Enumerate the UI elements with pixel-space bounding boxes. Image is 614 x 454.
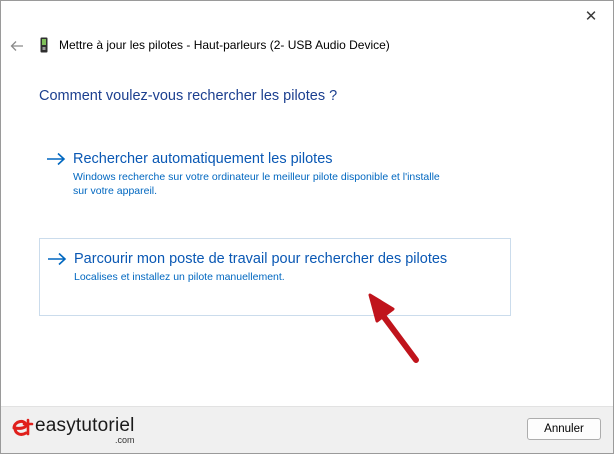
close-icon: ✕ (584, 7, 598, 25)
option-title: Rechercher automatiquement les pilotes (73, 151, 333, 167)
dialog-footer: easytutoriel .com Annuler (1, 406, 613, 453)
page-heading: Comment voulez-vous rechercher les pilot… (39, 88, 338, 104)
close-button[interactable]: ✕ (579, 5, 603, 27)
right-arrow-icon (48, 252, 67, 266)
driver-update-dialog: ✕ Mettre à jour les pilotes - Haut-parle… (0, 0, 614, 454)
back-button[interactable] (6, 36, 28, 56)
option-title: Parcourir mon poste de travail pour rech… (74, 251, 448, 267)
option-description: Windows recherche sur votre ordinateur l… (73, 171, 440, 197)
logo-domain: .com (115, 435, 135, 445)
cancel-button[interactable]: Annuler (527, 418, 601, 440)
option-description: Localises et installez un pilote manuell… (74, 271, 285, 283)
annotation-arrow-icon (368, 293, 419, 363)
option-browse-my-computer[interactable]: Parcourir mon poste de travail pour rech… (39, 238, 511, 316)
usb-device-icon (40, 37, 48, 53)
easytutoriel-logo-icon (12, 418, 34, 436)
back-arrow-icon (10, 41, 23, 51)
option-search-automatically[interactable]: Rechercher automatiquement les pilotes W… (39, 142, 511, 204)
easytutoriel-logo: easytutoriel .com (11, 411, 151, 445)
logo-text: easytutoriel (35, 415, 135, 436)
right-arrow-icon (47, 152, 66, 166)
dialog-title: Mettre à jour les pilotes - Haut-parleur… (59, 38, 390, 52)
